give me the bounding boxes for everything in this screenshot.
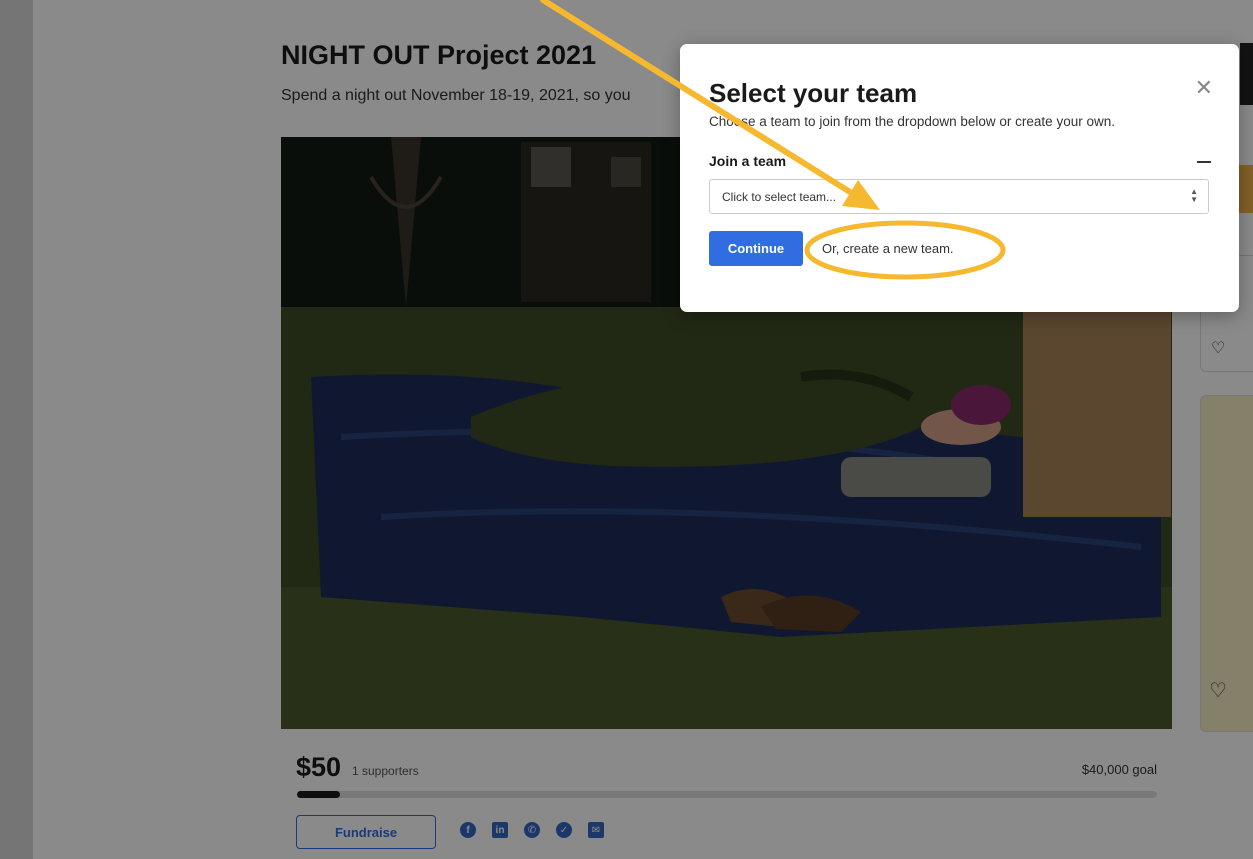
continue-button[interactable]: Continue (709, 231, 803, 266)
collapse-icon[interactable] (1197, 161, 1211, 163)
team-select-placeholder: Click to select team... (722, 189, 837, 204)
close-icon[interactable]: ✕ (1195, 77, 1213, 99)
create-team-link[interactable]: Or, create a new team. (822, 241, 954, 256)
select-team-modal: Select your team ✕ Choose a team to join… (680, 44, 1239, 312)
select-arrows-icon: ▲ ▼ (1190, 187, 1198, 204)
join-team-label: Join a team (709, 153, 787, 169)
team-select[interactable]: Click to select team... ▲ ▼ (709, 179, 1209, 214)
modal-description: Choose a team to join from the dropdown … (709, 114, 1115, 129)
modal-title: Select your team (709, 78, 918, 108)
